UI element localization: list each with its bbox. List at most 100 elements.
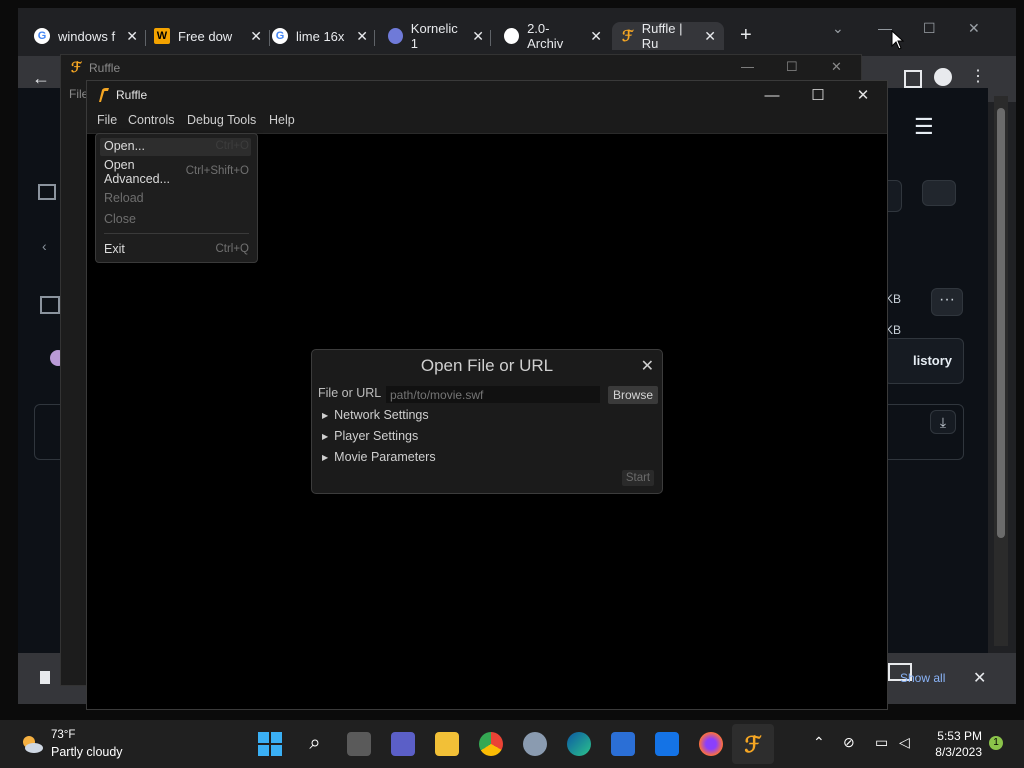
triangle-right-icon: ▶ [322, 432, 329, 441]
clock-time[interactable]: 5:53 PM [932, 729, 982, 743]
kornelic-icon [388, 28, 403, 44]
movie-parameters-toggle[interactable]: ▶ Movie Parameters [322, 450, 436, 464]
maximize-icon[interactable]: ☐ [786, 59, 798, 75]
google-icon: G [272, 28, 288, 44]
clock-date[interactable]: 8/3/2023 [932, 745, 982, 759]
network-settings-toggle[interactable]: ▶ Network Settings [322, 408, 429, 422]
file-url-input[interactable] [386, 386, 600, 403]
back-arrow-icon[interactable]: ← [32, 68, 50, 89]
start-button[interactable]: Start [622, 470, 654, 486]
minimize-icon[interactable]: — [741, 59, 754, 74]
menu-item-open[interactable]: Open... [104, 139, 145, 153]
network-off-icon[interactable]: ⊘ [843, 734, 855, 751]
player-settings-toggle[interactable]: ▶ Player Settings [322, 429, 418, 443]
chevron-up-icon[interactable]: ⌃ [813, 734, 825, 751]
dropdown-button[interactable] [922, 180, 956, 206]
chevron-left-icon[interactable]: ‹ [42, 238, 47, 254]
tab-title: Ruffle | Ru [641, 21, 683, 51]
weather-temperature[interactable]: 73°F [51, 729, 75, 741]
tab-kornelic[interactable]: Kornelic 1 ✕ [388, 21, 484, 51]
display-icon[interactable]: ▭ [875, 734, 888, 751]
tab-ruffle[interactable]: ℱ Ruffle | Ru ✕ [612, 21, 724, 51]
more-menu-icon[interactable]: ⋮ [970, 66, 986, 86]
new-tab-button[interactable]: + [740, 24, 752, 47]
menu-item-reload: Reload [104, 191, 144, 205]
maximize-icon[interactable]: ☐ [803, 85, 833, 105]
separator [104, 233, 249, 234]
maximize-icon[interactable]: ☐ [923, 20, 936, 37]
tab-github-archive[interactable]: 2.0-Archiv ✕ [504, 21, 602, 51]
show-all-link[interactable]: Show all [900, 671, 945, 685]
close-icon[interactable]: ✕ [848, 85, 878, 105]
history-button[interactable]: listory [884, 338, 964, 384]
minimize-icon[interactable]: — [878, 20, 892, 36]
tab-lime[interactable]: G lime 16x ✕ [272, 22, 368, 50]
triangle-right-icon: ▶ [322, 453, 329, 462]
repo-icon [38, 184, 56, 200]
hamburger-menu-icon[interactable]: ☰ [914, 114, 934, 140]
settings-gear-icon[interactable] [523, 732, 547, 756]
ruffle-icon: ℱ [622, 28, 634, 45]
history-label: listory [913, 353, 953, 368]
download-icon[interactable]: ⤓ [930, 410, 956, 434]
page-scrollbar[interactable] [994, 96, 1008, 646]
file-dropdown-menu: Open... Ctrl+O Open Advanced... Ctrl+Shi… [95, 133, 258, 263]
browse-button[interactable]: Browse [608, 386, 658, 404]
chrome-icon[interactable] [479, 732, 503, 756]
search-icon[interactable]: ⌕ [303, 732, 327, 756]
close-icon[interactable]: ✕ [704, 28, 716, 45]
dialog-title: Open File or URL [420, 356, 554, 375]
store-icon[interactable] [611, 732, 635, 756]
shortcut-label: Ctrl+Shift+O [185, 165, 249, 177]
tab-title: windows f [58, 28, 116, 44]
close-icon[interactable]: ✕ [250, 28, 262, 45]
menu-file[interactable]: File [97, 113, 117, 127]
triangle-right-icon: ▶ [322, 411, 329, 420]
title-bar: Ruffle — ☐ ✕ [87, 81, 887, 109]
menu-controls[interactable]: Controls [128, 113, 175, 127]
ruffle-logo-icon: ℱ [71, 59, 83, 75]
file-icon [40, 671, 50, 684]
w-icon: W [154, 28, 170, 44]
firefox-icon[interactable] [699, 732, 723, 756]
partly-cloudy-icon[interactable] [20, 732, 44, 756]
close-icon[interactable]: ✕ [641, 356, 654, 376]
more-options-button[interactable]: ··· [931, 288, 963, 316]
tab-free-download[interactable]: W Free dow ✕ [154, 22, 262, 50]
weather-description[interactable]: Partly cloudy [51, 745, 123, 759]
extension-icon[interactable] [904, 70, 922, 88]
chevron-down-icon[interactable]: ⌄ [832, 20, 844, 37]
close-icon[interactable]: ✕ [472, 28, 484, 45]
github-icon [504, 28, 520, 44]
teams-chat-icon[interactable] [391, 732, 415, 756]
menu-debug-tools[interactable]: Debug Tools [187, 113, 256, 127]
profile-icon[interactable] [934, 68, 952, 86]
close-icon[interactable]: ✕ [968, 20, 980, 37]
sidebar-icon[interactable] [40, 296, 60, 314]
close-icon[interactable]: ✕ [831, 59, 842, 75]
menu-help[interactable]: Help [269, 113, 295, 127]
section-label: Network Settings [334, 408, 429, 422]
mouse-cursor-icon [891, 30, 905, 50]
task-view-icon[interactable] [347, 732, 371, 756]
menu-item-exit[interactable]: Exit [104, 242, 125, 256]
mail-icon[interactable] [655, 732, 679, 756]
close-icon[interactable]: ✕ [590, 28, 602, 45]
menu-item-open-advanced-line2[interactable]: Advanced... [104, 172, 170, 186]
edge-icon[interactable] [567, 732, 591, 756]
section-label: Player Settings [334, 429, 419, 443]
close-icon[interactable]: ✕ [126, 28, 138, 45]
windows-start-icon[interactable] [258, 732, 282, 756]
close-icon[interactable]: ✕ [973, 668, 986, 688]
ruffle-logo-icon [99, 88, 109, 102]
file-explorer-icon[interactable] [435, 732, 459, 756]
notification-badge[interactable]: 1 [989, 736, 1003, 750]
tab-windows[interactable]: G windows f ✕ [34, 22, 138, 50]
ruffle-icon[interactable]: ℱ [741, 732, 765, 757]
close-icon[interactable]: ✕ [356, 28, 368, 45]
file-url-label: File or URL [318, 386, 382, 400]
minimize-icon[interactable]: — [757, 85, 787, 105]
menu-item-open-advanced[interactable]: Open [104, 158, 135, 172]
volume-icon[interactable]: ◁ [899, 734, 910, 751]
window-title: Ruffle [116, 88, 148, 102]
